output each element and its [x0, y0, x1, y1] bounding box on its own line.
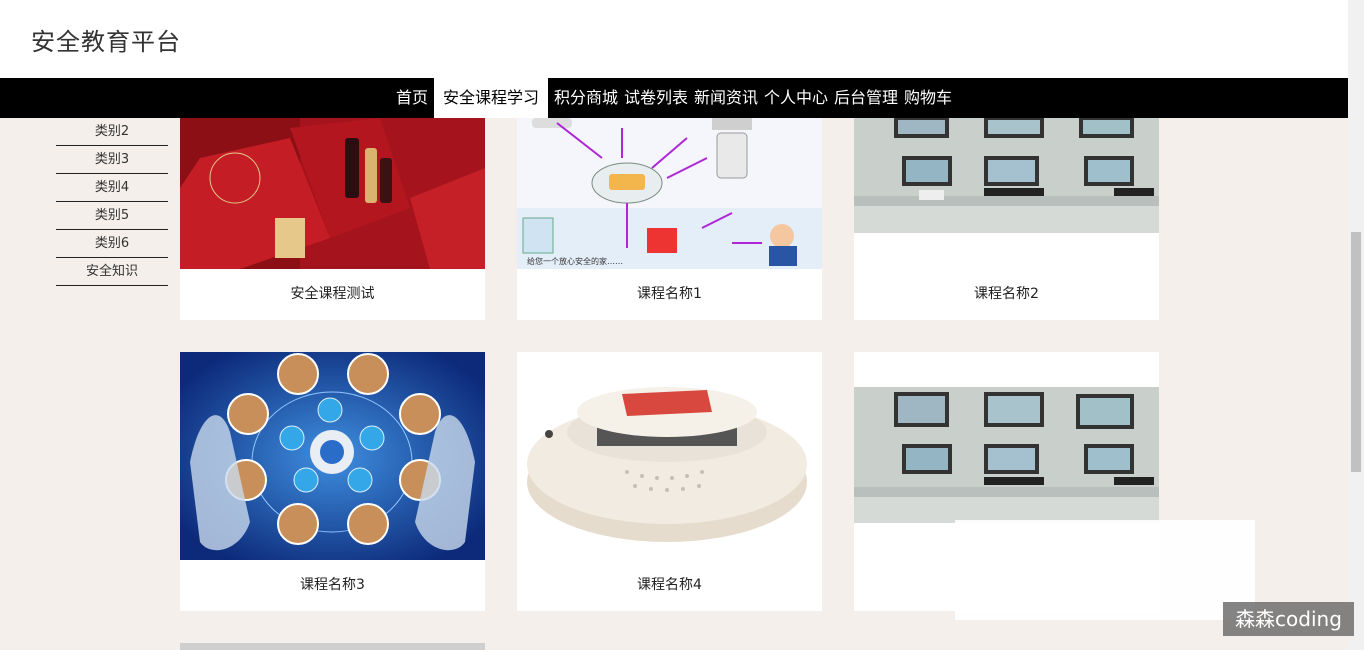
course-thumbnail[interactable]: 给您一个放心安全的家…… — [517, 118, 822, 269]
course-card[interactable]: 课程名称3 — [180, 352, 485, 611]
nav-home[interactable]: 首页 — [393, 78, 431, 118]
course-card[interactable] — [180, 643, 485, 650]
hands-globe-network-image — [180, 352, 485, 560]
red-gift-box-image — [180, 118, 485, 269]
nav-personal-center[interactable]: 个人中心 — [761, 78, 831, 118]
main-nav: 首页 安全课程学习 积分商城 试卷列表 新闻资讯 个人中心 后台管理 购物车 — [0, 78, 1348, 118]
nav-safety-course[interactable]: 安全课程学习 — [433, 78, 548, 118]
sidebar-item-category2[interactable]: 类别2 — [56, 118, 168, 146]
scrollbar-thumb[interactable] — [1351, 232, 1361, 472]
course-title: 课程名称1 — [637, 286, 702, 302]
category-sidebar: 类别2 类别3 类别4 类别5 类别6 安全知识 — [56, 118, 168, 286]
course-card[interactable]: 课程名称2 — [854, 118, 1159, 320]
nav-news[interactable]: 新闻资讯 — [691, 78, 761, 118]
watermark: 森森coding — [1223, 602, 1354, 636]
nav-admin[interactable]: 后台管理 — [831, 78, 901, 118]
course-title: 课程名称3 — [300, 577, 365, 593]
nav-exam-list[interactable]: 试卷列表 — [621, 78, 691, 118]
svg-text:给您一个放心安全的家……: 给您一个放心安全的家…… — [527, 256, 623, 266]
course-thumbnail[interactable] — [854, 118, 1159, 269]
monitor-room-image — [854, 118, 1159, 269]
page-scrollbar[interactable] — [1348, 0, 1364, 650]
blur-overlay — [955, 520, 1255, 620]
sidebar-item-category5[interactable]: 类别5 — [56, 202, 168, 230]
sidebar-item-category3[interactable]: 类别3 — [56, 146, 168, 174]
sidebar-item-safety-knowledge[interactable]: 安全知识 — [56, 258, 168, 286]
top-header: 安全教育平台 — [0, 0, 1348, 78]
course-card[interactable]: 给您一个放心安全的家…… 课程名称1 — [517, 118, 822, 320]
sidebar-item-category4[interactable]: 类别4 — [56, 174, 168, 202]
smoke-detector-image — [517, 352, 822, 560]
sidebar-item-category6[interactable]: 类别6 — [56, 230, 168, 258]
course-card[interactable]: 安全课程测试 — [180, 118, 485, 320]
course-thumbnail[interactable] — [180, 118, 485, 269]
course-card[interactable]: 课程名称4 — [517, 352, 822, 611]
course-thumbnail[interactable] — [180, 352, 485, 560]
alarm-system-diagram-image: 给您一个放心安全的家…… — [517, 118, 822, 269]
site-title: 安全教育平台 — [31, 28, 181, 56]
course-title: 课程名称2 — [974, 286, 1039, 302]
course-title: 课程名称4 — [637, 577, 702, 593]
nav-points-mall[interactable]: 积分商城 — [551, 78, 621, 118]
course-thumbnail[interactable] — [517, 352, 822, 560]
course-title: 安全课程测试 — [290, 286, 375, 302]
nav-cart[interactable]: 购物车 — [901, 78, 955, 118]
